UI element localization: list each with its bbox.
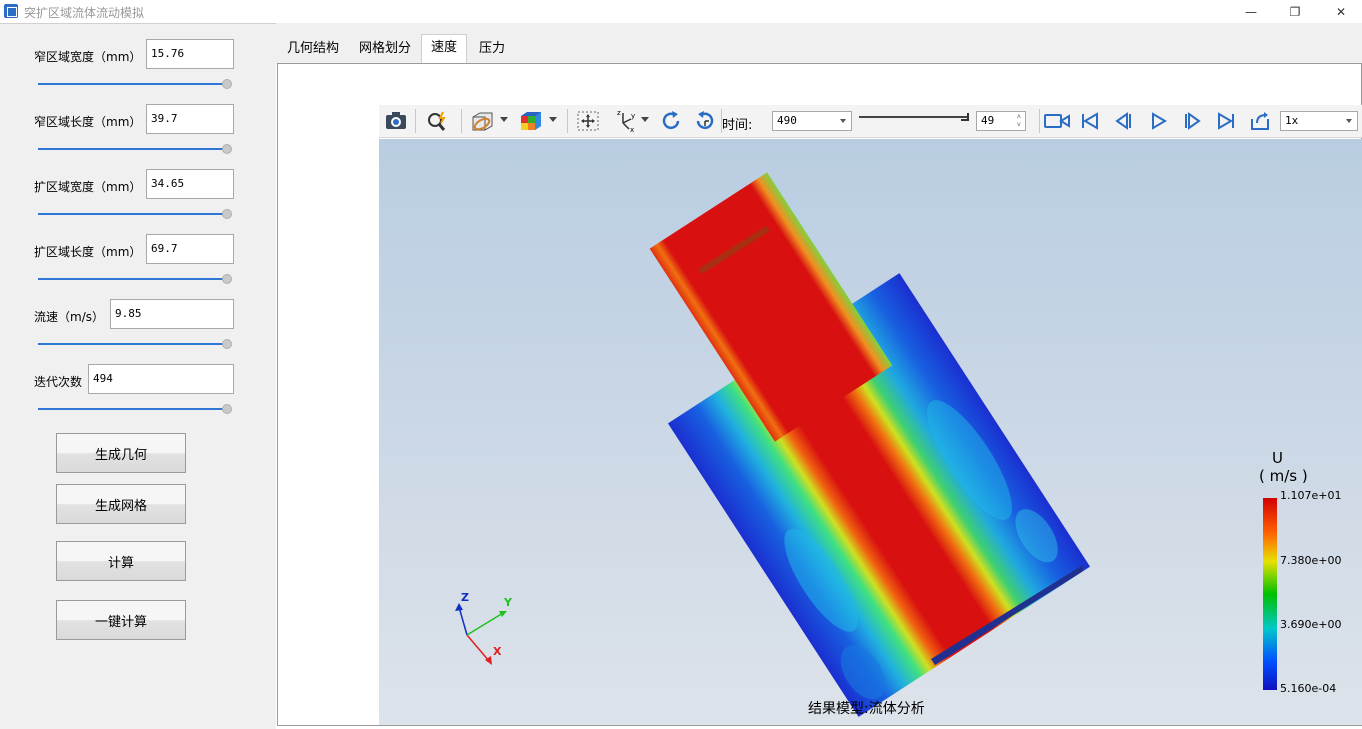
narrow-width-slider-handle[interactable] (222, 79, 232, 89)
tab-bar: 几何结构 网格划分 速度 压力 (276, 23, 1362, 65)
time-slider-handle[interactable] (961, 113, 969, 121)
narrow-width-slider[interactable] (38, 83, 228, 85)
frame-spinbox-value: 49 (981, 114, 995, 127)
narrow-length-slider[interactable] (38, 148, 228, 150)
iterations-slider-handle[interactable] (222, 404, 232, 414)
generate-geometry-button[interactable]: 生成几何 (56, 433, 186, 473)
tab-velocity[interactable]: 速度 (421, 34, 467, 65)
time-select[interactable]: 490 (772, 111, 852, 131)
narrow-width-label: 窄区域宽度（mm） (34, 50, 142, 64)
parameter-panel: 窄区域宽度（mm） 15.76 窄区域长度（mm） 39.7 扩区域宽度（mm）… (0, 23, 276, 729)
reset-view-icon[interactable] (691, 109, 719, 133)
speed-select[interactable]: 1x (1280, 111, 1358, 131)
next-frame-icon[interactable] (1179, 109, 1205, 133)
axis-y-label: Y (504, 596, 512, 609)
expand-length-label: 扩区域长度（mm） (34, 245, 142, 259)
window-title: 突扩区域流体流动模拟 (24, 6, 145, 20)
legend-tick-high: 7.380e+00 (1280, 554, 1342, 567)
expand-length-slider-handle[interactable] (222, 274, 232, 284)
rotate-icon[interactable] (657, 109, 685, 133)
app-icon (4, 4, 18, 18)
narrow-length-slider-handle[interactable] (222, 144, 232, 154)
tab-geometry[interactable]: 几何结构 (282, 36, 344, 64)
color-map-icon[interactable] (517, 109, 545, 133)
prev-frame-icon[interactable] (1111, 109, 1137, 133)
axis-z-label: Z (461, 591, 469, 604)
title-bar: 突扩区域流体流动模拟 — ❐ ✕ (0, 0, 1362, 23)
narrow-width-input[interactable]: 15.76 (146, 39, 234, 69)
iterations-slider[interactable] (38, 408, 228, 410)
svg-text:y: y (631, 112, 635, 120)
frame-spinbox[interactable]: 49 ˄ ˅ (976, 111, 1026, 131)
axes-icon[interactable]: z yx (611, 109, 639, 133)
export-icon[interactable] (1247, 109, 1273, 133)
expand-length-slider[interactable] (38, 278, 228, 280)
camera-icon[interactable] (383, 109, 409, 133)
svg-text:x: x (630, 126, 634, 133)
viewer-toolbar: z yx 时间: 490 49 ˄ ˅ 1x (379, 105, 1362, 138)
record-icon[interactable] (1043, 109, 1071, 133)
expand-width-slider[interactable] (38, 213, 228, 215)
expand-length-input[interactable]: 69.7 (146, 234, 234, 264)
narrow-length-label: 窄区域长度（mm） (34, 115, 142, 129)
axis-x-label: X (493, 645, 502, 658)
velocity-input[interactable]: 9.85 (110, 299, 234, 329)
time-label: 时间: (722, 118, 753, 133)
play-icon[interactable] (1145, 109, 1171, 133)
first-frame-icon[interactable] (1077, 109, 1103, 133)
legend-tick-low: 3.690e+00 (1280, 618, 1342, 631)
legend-color-bar (1263, 498, 1277, 690)
legend-tick-max: 1.107e+01 (1280, 489, 1342, 502)
expand-width-label: 扩区域宽度（mm） (34, 180, 142, 194)
3d-viewport[interactable]: Z Y X U ( m/s ) 1.107e+01 7.380e+00 3.69… (379, 139, 1362, 725)
compute-button[interactable]: 计算 (56, 541, 186, 581)
time-slider[interactable] (859, 116, 969, 118)
svg-text:z: z (617, 109, 621, 117)
result-model-caption: 结果模型:流体分析 (808, 701, 925, 717)
narrow-length-input[interactable]: 39.7 (146, 104, 234, 134)
expand-width-slider-handle[interactable] (222, 209, 232, 219)
generate-mesh-button[interactable]: 生成网格 (56, 484, 186, 524)
axes-triad-icon (455, 603, 507, 665)
one-click-compute-button[interactable]: 一键计算 (56, 600, 186, 640)
close-button[interactable]: ✕ (1318, 0, 1362, 23)
minimize-button[interactable]: — (1228, 0, 1274, 23)
speed-select-value: 1x (1285, 114, 1299, 127)
render-mode-icon[interactable] (469, 109, 497, 133)
legend-title: U (1272, 449, 1283, 467)
tab-mesh[interactable]: 网格划分 (354, 36, 416, 64)
restore-button[interactable]: ❐ (1272, 0, 1318, 23)
legend-tick-min: 5.160e-04 (1280, 682, 1337, 695)
velocity-slider[interactable] (38, 343, 228, 345)
legend-unit: ( m/s ) (1259, 467, 1308, 485)
expand-width-input[interactable]: 34.65 (146, 169, 234, 199)
iterations-label: 迭代次数 (34, 375, 83, 389)
fit-view-icon[interactable] (575, 109, 601, 133)
velocity-slider-handle[interactable] (222, 339, 232, 349)
iterations-input[interactable]: 494 (88, 364, 234, 394)
last-frame-icon[interactable] (1213, 109, 1239, 133)
velocity-label: 流速（m/s） (34, 310, 104, 324)
zoom-icon[interactable] (425, 109, 451, 133)
time-select-value: 490 (777, 114, 797, 127)
tab-pressure[interactable]: 压力 (474, 36, 510, 64)
